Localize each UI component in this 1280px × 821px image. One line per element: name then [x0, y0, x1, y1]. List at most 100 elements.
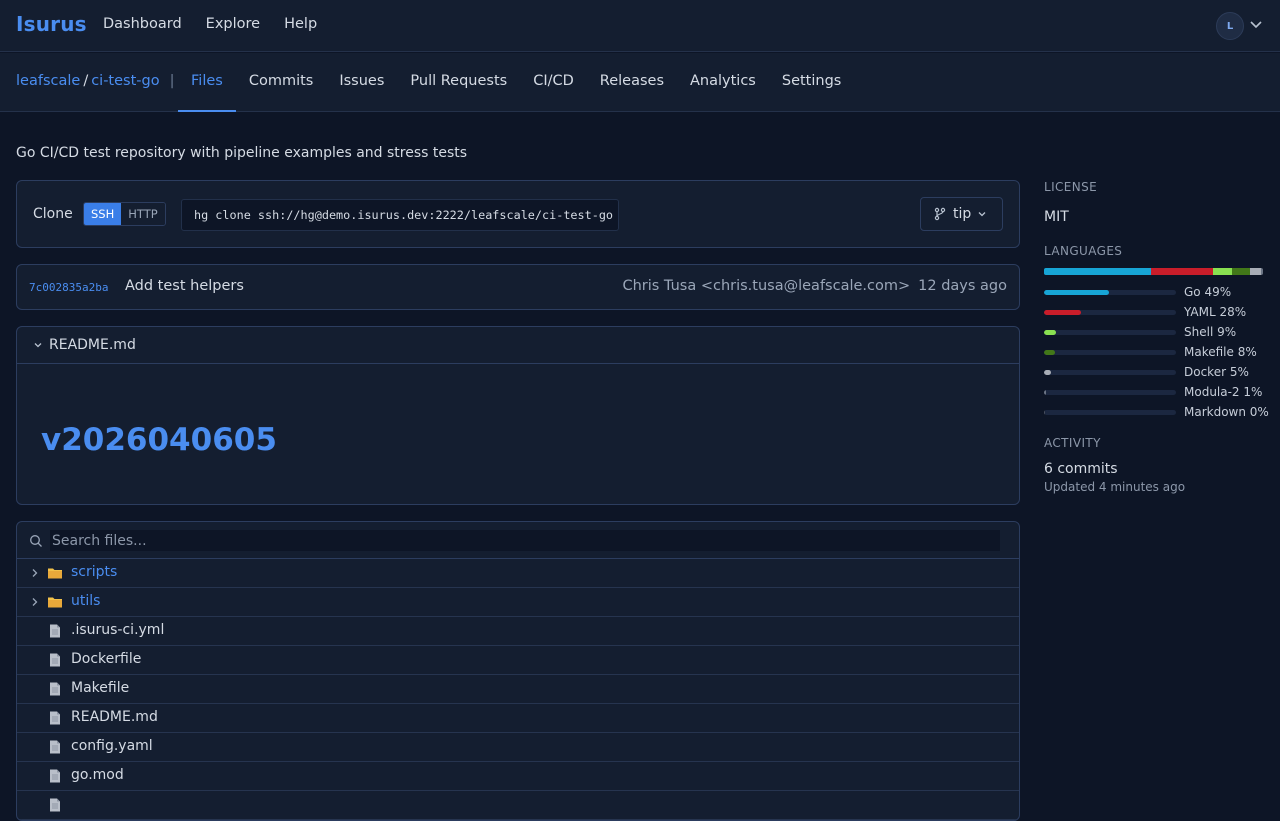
- language-track: [1044, 370, 1176, 375]
- chevron-down-icon[interactable]: [1249, 17, 1263, 31]
- entry-name[interactable]: utils: [71, 593, 100, 609]
- entry-name[interactable]: scripts: [71, 564, 117, 580]
- file-row[interactable]: README.md: [17, 704, 1019, 733]
- language-fill: [1044, 290, 1109, 295]
- branch-icon: [934, 207, 946, 221]
- search-icon: [30, 535, 42, 547]
- language-label: Go 49%: [1184, 285, 1232, 299]
- language-label: Modula-2 1%: [1184, 385, 1263, 399]
- chevron-right-icon[interactable]: [29, 567, 41, 579]
- branch-name: tip: [953, 206, 972, 222]
- latest-commit-panel: 7c002835a2ba Add test helpers Chris Tusa…: [16, 264, 1020, 310]
- readme-heading: v2026040605: [41, 422, 277, 458]
- clone-url-field[interactable]: hg clone ssh://hg@demo.isurus.dev:2222/l…: [181, 199, 619, 231]
- language-fill: [1044, 330, 1056, 335]
- chevron-right-icon[interactable]: [29, 596, 41, 608]
- language-track: [1044, 310, 1176, 315]
- entry-name[interactable]: go.mod: [71, 767, 124, 783]
- file-row[interactable]: Dockerfile: [17, 646, 1019, 675]
- breadcrumb-divider: |: [169, 73, 175, 89]
- entry-name[interactable]: README.md: [71, 709, 158, 725]
- folder-row[interactable]: utils: [17, 588, 1019, 617]
- tab-settings[interactable]: Settings: [769, 53, 854, 112]
- commit-count[interactable]: 6 commits: [1044, 461, 1118, 477]
- activity-heading: ACTIVITY: [1044, 436, 1101, 450]
- nav-dashboard[interactable]: Dashboard: [103, 16, 182, 32]
- file-row[interactable]: [17, 791, 1019, 820]
- breadcrumb-owner[interactable]: leafscale: [16, 73, 80, 89]
- commit-author: Chris Tusa <chris.tusa@leafscale.com>: [622, 278, 911, 294]
- language-row: Markdown 0%: [1044, 404, 1269, 424]
- commit-hash-link[interactable]: 7c002835a2ba: [29, 281, 108, 294]
- language-row: YAML 28%: [1044, 304, 1268, 324]
- nav-explore[interactable]: Explore: [206, 16, 260, 32]
- language-label: YAML 28%: [1184, 305, 1247, 319]
- breadcrumb-repo[interactable]: ci-test-go: [91, 73, 159, 89]
- language-fill: [1044, 370, 1051, 375]
- entry-name[interactable]: config.yaml: [71, 738, 153, 754]
- file-list: scripts utils .isurus-ci.yml Dockerfile Make…: [17, 559, 1019, 820]
- file-icon: [50, 653, 60, 667]
- clone-label: Clone: [33, 206, 73, 222]
- repo-description: Go CI/CD test repository with pipeline e…: [16, 145, 468, 161]
- readme-panel: README.md v2026040605: [16, 326, 1020, 505]
- language-track: [1044, 390, 1176, 395]
- file-row[interactable]: go.mod: [17, 762, 1019, 791]
- tab-ci-cd[interactable]: CI/CD: [520, 53, 587, 112]
- folder-icon: [48, 568, 62, 579]
- file-search-input[interactable]: [50, 530, 1000, 551]
- folder-icon: [48, 597, 62, 608]
- last-updated: Updated 4 minutes ago: [1044, 480, 1186, 494]
- language-segment: [1212, 268, 1233, 275]
- language-track: [1044, 290, 1176, 295]
- file-row[interactable]: .isurus-ci.yml: [17, 617, 1019, 646]
- language-fill: [1044, 410, 1045, 415]
- user-avatar[interactable]: L: [1216, 12, 1244, 40]
- chevron-down-icon: [978, 212, 986, 217]
- language-list: Go 49% YAML 28% Shell 9% Makefile 8% Docker …: [1044, 284, 1269, 424]
- license-value: MIT: [1044, 209, 1069, 225]
- language-label: Docker 5%: [1184, 365, 1249, 379]
- language-segment: [1232, 268, 1250, 275]
- tab-issues[interactable]: Issues: [326, 53, 397, 112]
- language-track: [1044, 350, 1176, 355]
- file-row[interactable]: Makefile: [17, 675, 1019, 704]
- brand-logo[interactable]: Isurus: [16, 12, 87, 36]
- entry-name[interactable]: Makefile: [71, 680, 129, 696]
- chevron-down-icon[interactable]: [33, 340, 43, 350]
- language-track: [1044, 410, 1176, 415]
- nav-help[interactable]: Help: [284, 16, 317, 32]
- commit-message: Add test helpers: [125, 278, 244, 294]
- language-track: [1044, 330, 1176, 335]
- protocol-ssh-button[interactable]: SSH: [84, 203, 122, 225]
- language-label: Shell 9%: [1184, 325, 1237, 339]
- license-heading: LICENSE: [1044, 180, 1098, 194]
- language-row: Docker 5%: [1044, 364, 1268, 384]
- top-nav: Dashboard Explore Help: [103, 16, 317, 32]
- clone-panel: Clone SSH HTTP hg clone ssh://hg@demo.is…: [16, 180, 1020, 248]
- tab-releases[interactable]: Releases: [587, 53, 677, 112]
- language-segment: [1260, 268, 1263, 275]
- breadcrumb: leafscale / ci-test-go |: [16, 73, 174, 89]
- file-icon: [50, 624, 60, 638]
- file-row[interactable]: config.yaml: [17, 733, 1019, 762]
- tab-analytics[interactable]: Analytics: [677, 53, 769, 112]
- commit-meta: Chris Tusa <chris.tusa@leafscale.com> 12 …: [622, 278, 1007, 294]
- branch-selector[interactable]: tip: [920, 197, 1003, 231]
- tab-commits[interactable]: Commits: [236, 53, 327, 112]
- repo-tabs: Files Commits Issues Pull Requests CI/CD Rele…: [178, 53, 854, 112]
- language-fill: [1044, 390, 1046, 395]
- file-icon: [50, 682, 60, 696]
- protocol-http-button[interactable]: HTTP: [121, 203, 165, 225]
- tab-files[interactable]: Files: [178, 53, 236, 112]
- tab-pull-requests[interactable]: Pull Requests: [397, 53, 520, 112]
- language-segment: [1044, 268, 1152, 275]
- entry-name[interactable]: Dockerfile: [71, 651, 141, 667]
- readme-header[interactable]: README.md: [17, 327, 1019, 364]
- entry-name[interactable]: .isurus-ci.yml: [71, 622, 164, 638]
- readme-filename: README.md: [49, 337, 136, 353]
- commit-time: 12 days ago: [918, 278, 1007, 294]
- language-row: Makefile 8%: [1044, 344, 1268, 364]
- folder-row[interactable]: scripts: [17, 559, 1019, 588]
- language-row: Go 49%: [1044, 284, 1268, 304]
